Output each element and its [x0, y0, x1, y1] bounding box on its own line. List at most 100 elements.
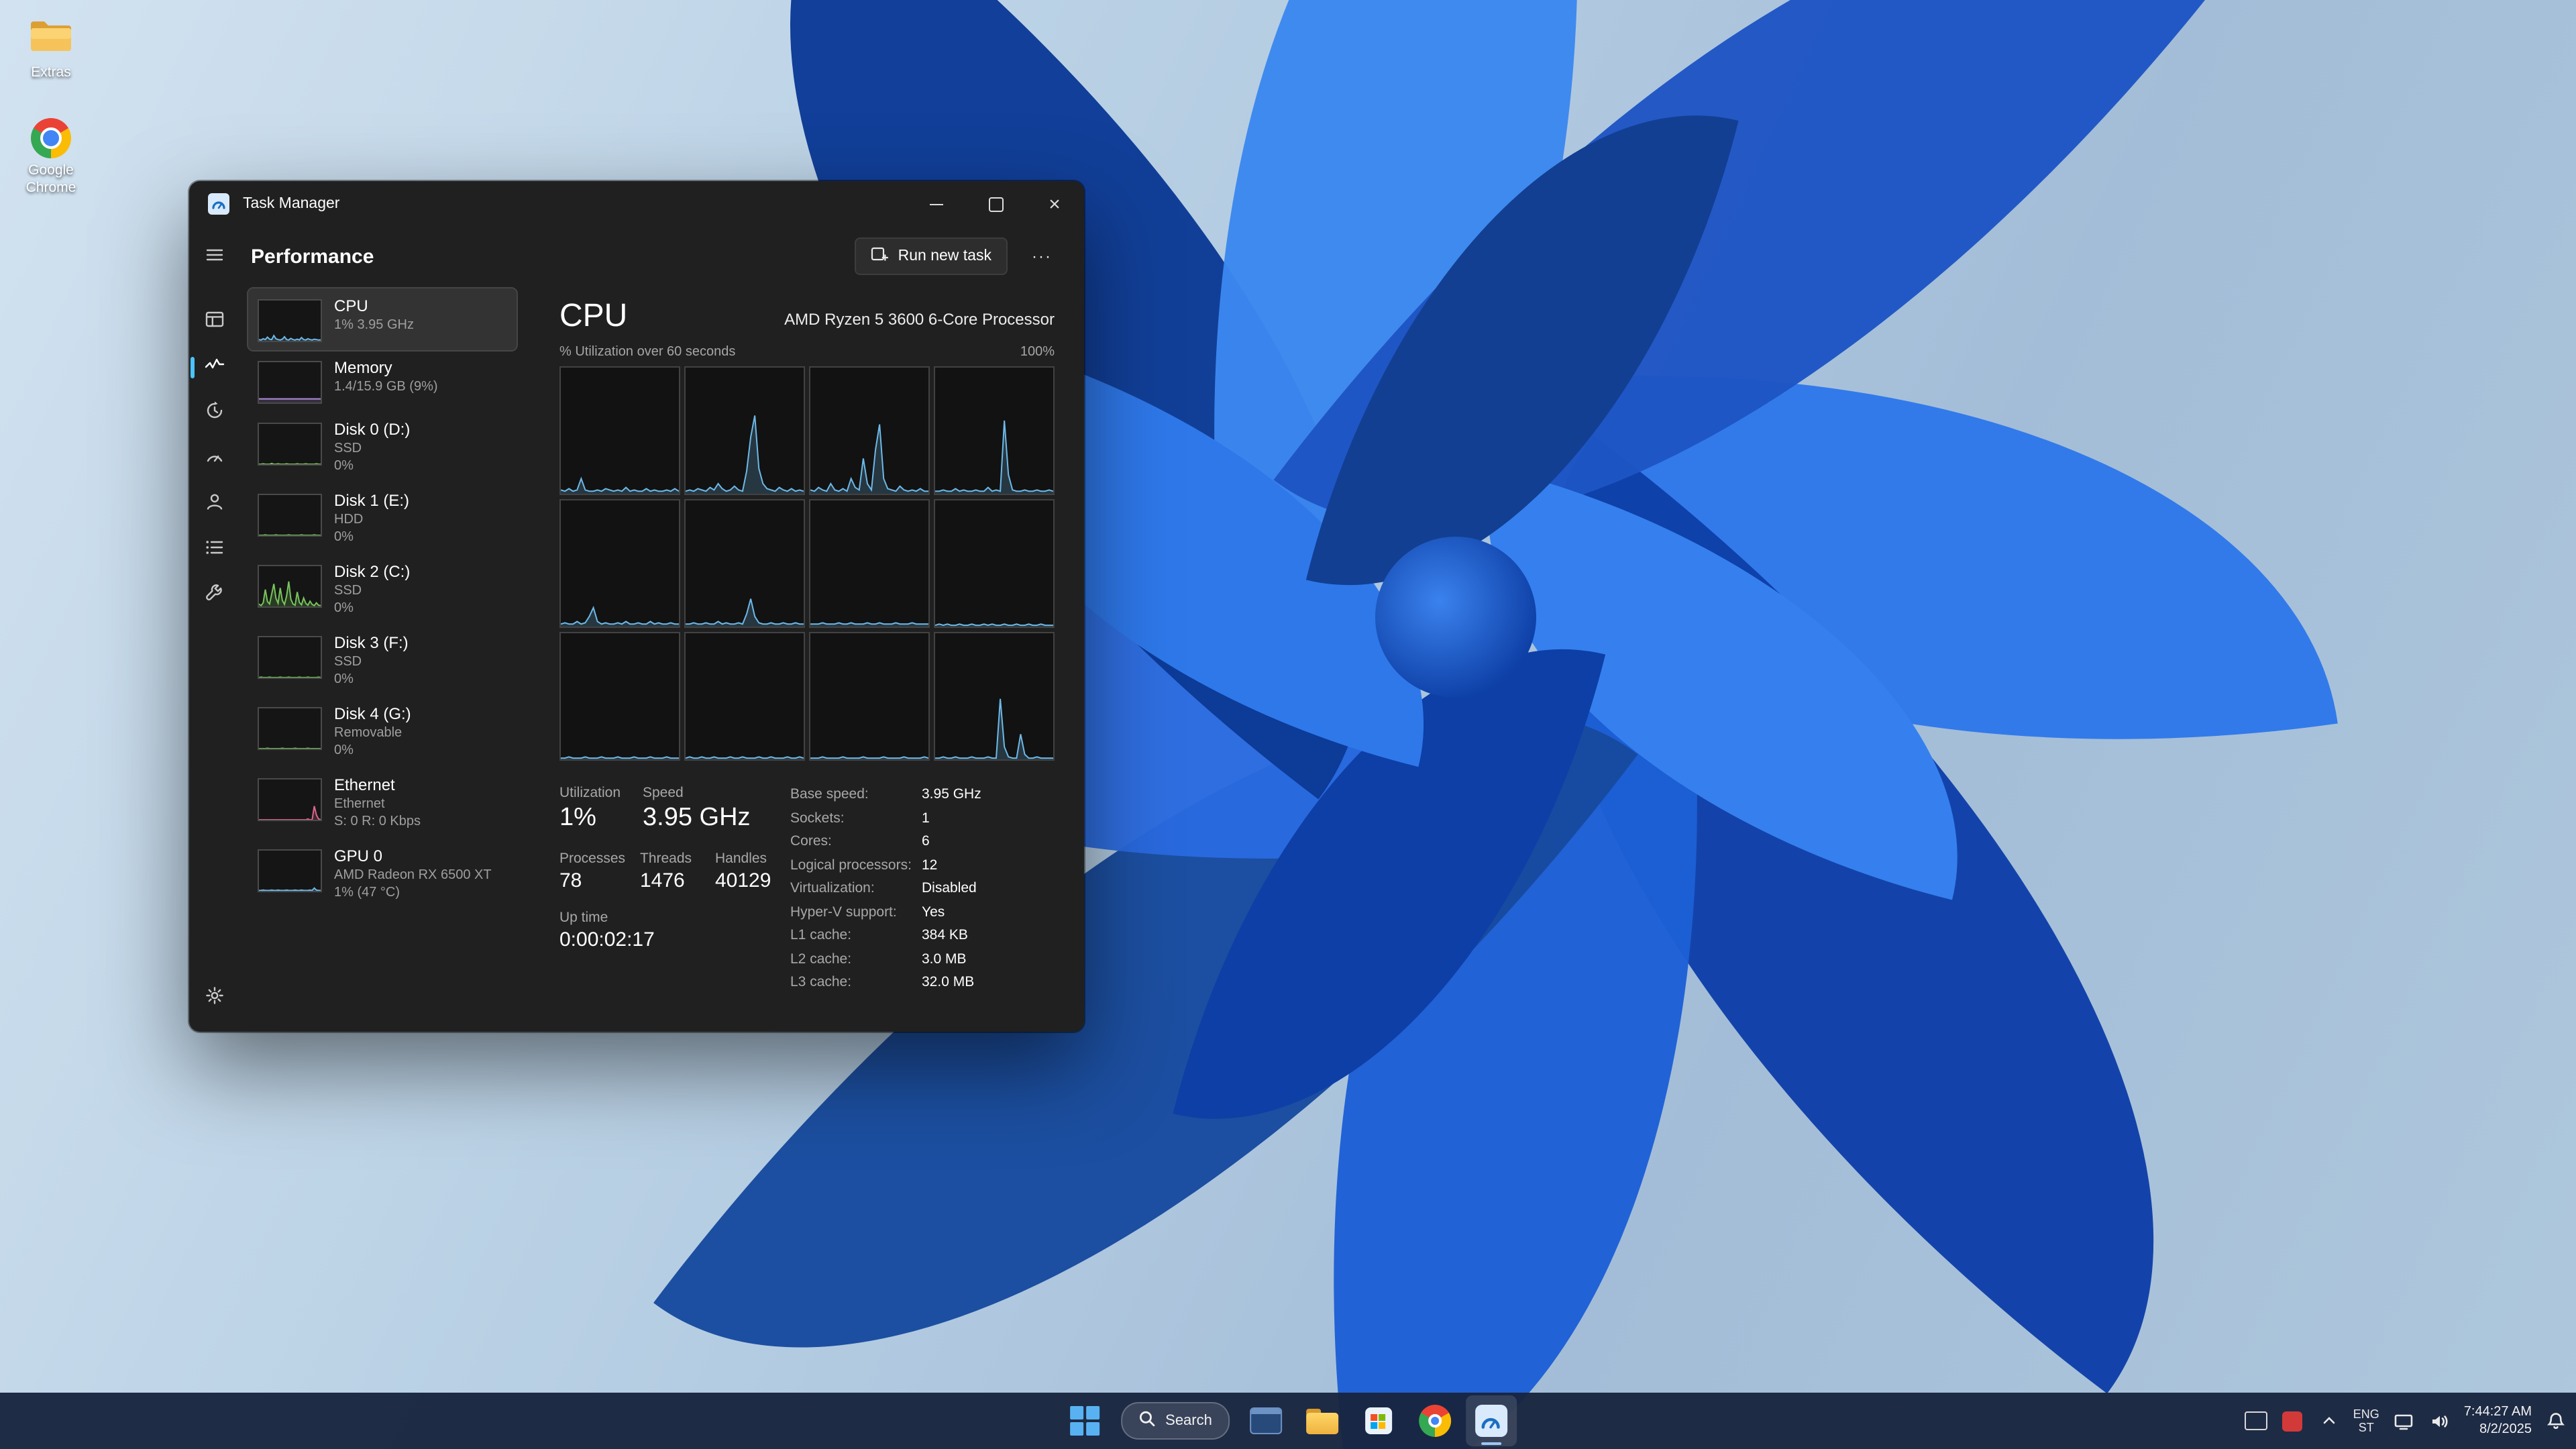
- run-new-task-label: Run new task: [898, 248, 991, 264]
- run-new-task-button[interactable]: Run new task: [855, 237, 1008, 275]
- core-graph-3: [934, 367, 1055, 496]
- notification-center-button[interactable]: [2544, 1409, 2568, 1433]
- network-button[interactable]: [2392, 1409, 2416, 1433]
- performance-sidebar-list: CPU 1% 3.95 GHz Memory 1.4/15.9 GB (9%): [240, 286, 522, 1032]
- desktop-icon-label: Extras: [31, 64, 71, 81]
- cpu-live-stats: Utilization 1% Speed 3.95 GHz: [559, 786, 790, 992]
- taskbar-task-manager-active[interactable]: [1466, 1395, 1517, 1446]
- close-button[interactable]: ×: [1025, 181, 1084, 227]
- volume-button[interactable]: [2428, 1409, 2452, 1433]
- perf-item-title: Memory: [334, 358, 438, 378]
- cpu-detail-panel: CPU AMD Ryzen 5 3600 6-Core Processor % …: [522, 286, 1084, 1032]
- processes-icon: [204, 308, 225, 336]
- perf-item-sub: AMD Radeon RX 6500 XT: [334, 867, 492, 884]
- taskbar-app-window[interactable]: [1240, 1395, 1291, 1446]
- tray-widget-button[interactable]: [2245, 1409, 2269, 1433]
- window-title: Task Manager: [243, 196, 339, 212]
- threads-value: 1476: [640, 870, 715, 893]
- perf-item-gpu0[interactable]: GPU 0 AMD Radeon RX 6500 XT 1% (47 °C): [248, 839, 517, 910]
- detail-value: 1: [922, 809, 1055, 828]
- start-button[interactable]: [1059, 1395, 1110, 1446]
- folder-icon: [30, 19, 72, 60]
- graph-axis-label: % Utilization over 60 seconds: [559, 345, 735, 360]
- core-graph-9: [684, 633, 805, 761]
- perf-item-memory[interactable]: Memory 1.4/15.9 GB (9%): [248, 350, 517, 412]
- perf-item-disk4[interactable]: Disk 4 (G:) Removable 0%: [248, 696, 517, 767]
- history-icon: [204, 399, 225, 427]
- search-icon: [1138, 1410, 1156, 1432]
- language-indicator[interactable]: ENG ST: [2353, 1407, 2379, 1434]
- clock-time: 7:44:27 AM: [2464, 1403, 2532, 1421]
- desktop-icon-google-chrome[interactable]: Google Chrome: [3, 118, 99, 196]
- perf-item-disk0[interactable]: Disk 0 (D:) SSD 0%: [248, 412, 517, 483]
- disk2-mini-graph: [258, 565, 322, 608]
- nav-item-services[interactable]: [196, 577, 233, 614]
- gear-icon: [204, 984, 225, 1012]
- taskbar: Search: [0, 1393, 2576, 1449]
- detail-value: 3.0 MB: [922, 950, 1055, 969]
- task-manager-window: Task Manager ×: [189, 181, 1084, 1032]
- maximize-button[interactable]: [966, 181, 1025, 227]
- ethernet-mini-graph: [258, 778, 322, 821]
- screen: Extras Google Chrome Task Manager ×: [0, 0, 2576, 1449]
- perf-item-title: Disk 1 (E:): [334, 491, 409, 511]
- language-line1: ENG: [2353, 1407, 2379, 1421]
- perf-item-cpu[interactable]: CPU 1% 3.95 GHz: [248, 288, 517, 350]
- uptime-label: Up time: [559, 910, 790, 926]
- file-explorer-icon: [1306, 1408, 1338, 1434]
- nav-item-performance[interactable]: [196, 349, 233, 386]
- taskbar-file-explorer[interactable]: [1297, 1395, 1348, 1446]
- disk0-mini-graph: [258, 423, 322, 466]
- perf-item-sub: 0%: [334, 671, 409, 688]
- desktop-icon-extras[interactable]: Extras: [3, 19, 99, 81]
- taskbar-clock[interactable]: 7:44:27 AM 8/2/2025: [2464, 1403, 2532, 1438]
- task-manager-app-icon: [208, 193, 229, 215]
- detail-value: 12: [922, 856, 1055, 875]
- bell-icon: [2546, 1411, 2565, 1430]
- language-line2: ST: [2353, 1421, 2379, 1435]
- taskbar-search[interactable]: Search: [1121, 1402, 1230, 1440]
- perf-item-disk2[interactable]: Disk 2 (C:) SSD 0%: [248, 554, 517, 625]
- speed-value: 3.95 GHz: [643, 804, 790, 834]
- performance-icon: [204, 354, 225, 382]
- nav-item-startup-apps[interactable]: [196, 440, 233, 478]
- perf-item-disk3[interactable]: Disk 3 (F:) SSD 0%: [248, 625, 517, 696]
- detail-label: Base speed:: [790, 786, 922, 804]
- task-manager-icon: [1475, 1405, 1507, 1437]
- detail-value: 32.0 MB: [922, 973, 1055, 992]
- clock-date: 8/2/2025: [2464, 1421, 2532, 1438]
- detail-label: Logical processors:: [790, 856, 922, 875]
- perf-item-disk1[interactable]: Disk 1 (E:) HDD 0%: [248, 483, 517, 554]
- perf-item-title: Disk 2 (C:): [334, 562, 410, 582]
- taskbar-chrome[interactable]: [1409, 1395, 1460, 1446]
- nav-item-users[interactable]: [196, 486, 233, 523]
- tray-app-button[interactable]: [2281, 1409, 2305, 1433]
- nav-item-app-history[interactable]: [196, 394, 233, 432]
- graph-max-label: 100%: [1020, 345, 1055, 360]
- chrome-icon: [31, 118, 71, 158]
- speaker-icon: [2430, 1412, 2449, 1430]
- detail-value: 384 KB: [922, 926, 1055, 945]
- perf-item-ethernet[interactable]: Ethernet Ethernet S: 0 R: 0 Kbps: [248, 767, 517, 839]
- nav-settings-button[interactable]: [196, 979, 233, 1017]
- core-graph-7: [934, 500, 1055, 629]
- startup-gauge-icon: [204, 445, 225, 473]
- window-titlebar[interactable]: Task Manager ×: [189, 181, 1084, 227]
- perf-item-title: Disk 0 (D:): [334, 420, 410, 440]
- perf-item-sub: 0%: [334, 458, 410, 475]
- show-hidden-icons-button[interactable]: [2317, 1409, 2341, 1433]
- detail-label: Cores:: [790, 833, 922, 851]
- detail-label: L2 cache:: [790, 950, 922, 969]
- nav-menu-button[interactable]: [196, 239, 233, 276]
- nav-item-processes[interactable]: [196, 303, 233, 341]
- nav-item-details[interactable]: [196, 531, 233, 569]
- chrome-icon: [1419, 1405, 1451, 1437]
- more-options-button[interactable]: ···: [1021, 241, 1063, 271]
- minimize-button[interactable]: [907, 181, 966, 227]
- page-title: Performance: [251, 245, 374, 268]
- detail-value: Disabled: [922, 879, 1055, 898]
- core-graph-11: [934, 633, 1055, 761]
- taskbar-microsoft-store[interactable]: [1353, 1395, 1404, 1446]
- perf-item-title: GPU 0: [334, 847, 492, 867]
- detail-label: Hyper-V support:: [790, 903, 922, 922]
